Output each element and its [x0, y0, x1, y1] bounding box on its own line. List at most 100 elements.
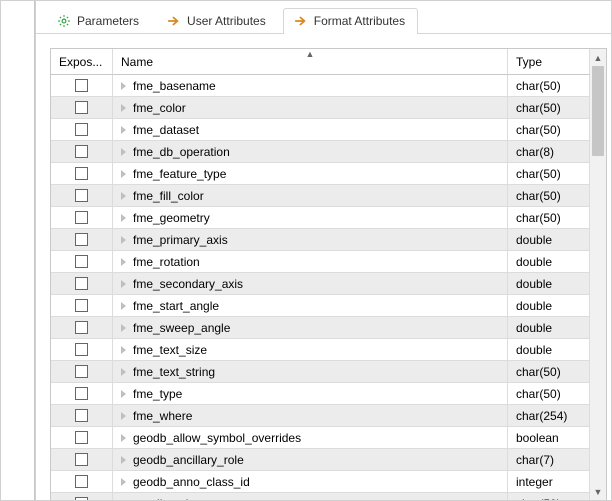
- expand-triangle-icon[interactable]: [121, 280, 126, 288]
- expose-checkbox[interactable]: [75, 409, 88, 422]
- type-cell: char(50): [508, 207, 590, 229]
- expand-triangle-icon[interactable]: [121, 258, 126, 266]
- name-cell: fme_rotation: [113, 251, 508, 273]
- attribute-type: char(8): [516, 145, 554, 159]
- attribute-type: char(50): [516, 167, 561, 181]
- expose-checkbox[interactable]: [75, 233, 88, 246]
- expose-checkbox[interactable]: [75, 189, 88, 202]
- expose-checkbox[interactable]: [75, 167, 88, 180]
- header-expose[interactable]: Expos...: [51, 49, 113, 75]
- expand-triangle-icon[interactable]: [121, 478, 126, 486]
- expand-triangle-icon[interactable]: [121, 82, 126, 90]
- table-row[interactable]: geodb_color char(50): [51, 493, 590, 500]
- expose-cell: [51, 273, 113, 295]
- name-cell: fme_dataset: [113, 119, 508, 141]
- table-row[interactable]: geodb_ancillary_rolechar(7): [51, 449, 590, 471]
- expand-triangle-icon[interactable]: [121, 214, 126, 222]
- table-row[interactable]: fme_wherechar(254): [51, 405, 590, 427]
- expand-triangle-icon[interactable]: [121, 412, 126, 420]
- attribute-name: geodb_ancillary_role: [133, 453, 244, 467]
- expand-triangle-icon[interactable]: [121, 302, 126, 310]
- app-window: Parameters User Attributes Format Attrib…: [0, 0, 612, 501]
- attribute-type: double: [516, 321, 552, 335]
- expose-cell: [51, 339, 113, 361]
- expose-cell: [51, 295, 113, 317]
- table-row[interactable]: fme_start_angledouble: [51, 295, 590, 317]
- name-cell: geodb_allow_symbol_overrides: [113, 427, 508, 449]
- expand-triangle-icon[interactable]: [121, 434, 126, 442]
- type-cell: boolean: [508, 427, 590, 449]
- table-row[interactable]: fme_colorchar(50): [51, 97, 590, 119]
- table-row[interactable]: fme_datasetchar(50): [51, 119, 590, 141]
- expose-checkbox[interactable]: [75, 387, 88, 400]
- expose-checkbox[interactable]: [75, 475, 88, 488]
- table-row[interactable]: fme_fill_colorchar(50): [51, 185, 590, 207]
- expose-checkbox[interactable]: [75, 145, 88, 158]
- expose-checkbox[interactable]: [75, 453, 88, 466]
- type-cell: double: [508, 317, 590, 339]
- table-row[interactable]: fme_sweep_angledouble: [51, 317, 590, 339]
- expose-checkbox[interactable]: [75, 321, 88, 334]
- attribute-type: char(50): [516, 497, 561, 501]
- table-row[interactable]: fme_text_string char(50): [51, 361, 590, 383]
- table-row[interactable]: fme_db_operation char(8): [51, 141, 590, 163]
- scroll-down-icon[interactable]: ▼: [590, 483, 606, 500]
- tab-format-attributes[interactable]: Format Attributes: [283, 8, 418, 34]
- table-row[interactable]: fme_primary_axisdouble: [51, 229, 590, 251]
- expose-checkbox[interactable]: [75, 343, 88, 356]
- attribute-name: fme_feature_type: [133, 167, 226, 181]
- expose-checkbox[interactable]: [75, 497, 88, 500]
- table-row[interactable]: fme_feature_type char(50): [51, 163, 590, 185]
- attribute-type: char(50): [516, 365, 561, 379]
- expand-triangle-icon[interactable]: [121, 170, 126, 178]
- expose-checkbox[interactable]: [75, 299, 88, 312]
- attribute-name: fme_geometry: [133, 211, 210, 225]
- table-row[interactable]: fme_basenamechar(50): [51, 75, 590, 97]
- type-cell: double: [508, 229, 590, 251]
- scroll-thumb[interactable]: [592, 66, 604, 156]
- expand-triangle-icon[interactable]: [121, 192, 126, 200]
- expand-triangle-icon[interactable]: [121, 126, 126, 134]
- gear-icon: [57, 14, 71, 28]
- expose-checkbox[interactable]: [75, 365, 88, 378]
- name-cell: geodb_color: [113, 493, 508, 500]
- expand-triangle-icon[interactable]: [121, 368, 126, 376]
- vertical-scrollbar[interactable]: ▲ ▼: [590, 48, 607, 500]
- table-row[interactable]: fme_secondary_axisdouble: [51, 273, 590, 295]
- expand-triangle-icon[interactable]: [121, 236, 126, 244]
- table-row[interactable]: geodb_anno_class_idinteger: [51, 471, 590, 493]
- header-type[interactable]: Type: [508, 49, 590, 75]
- expose-checkbox[interactable]: [75, 277, 88, 290]
- expand-triangle-icon[interactable]: [121, 104, 126, 112]
- attribute-type: double: [516, 277, 552, 291]
- expand-triangle-icon[interactable]: [121, 324, 126, 332]
- table-row[interactable]: geodb_allow_symbol_overrides boolean: [51, 427, 590, 449]
- expose-checkbox[interactable]: [75, 431, 88, 444]
- expose-checkbox[interactable]: [75, 255, 88, 268]
- name-cell: fme_text_string: [113, 361, 508, 383]
- expose-checkbox[interactable]: [75, 123, 88, 136]
- scroll-up-icon[interactable]: ▲: [590, 49, 606, 66]
- expose-checkbox[interactable]: [75, 211, 88, 224]
- tab-user-attributes[interactable]: User Attributes: [156, 8, 279, 34]
- header-name[interactable]: ▲ Name: [113, 49, 508, 75]
- expose-cell: [51, 207, 113, 229]
- expose-cell: [51, 361, 113, 383]
- table-row[interactable]: fme_rotationdouble: [51, 251, 590, 273]
- attribute-type: char(50): [516, 79, 561, 93]
- name-cell: fme_text_size: [113, 339, 508, 361]
- expand-triangle-icon[interactable]: [121, 346, 126, 354]
- tab-parameters[interactable]: Parameters: [46, 8, 152, 34]
- expose-checkbox[interactable]: [75, 101, 88, 114]
- expand-triangle-icon[interactable]: [121, 148, 126, 156]
- expand-triangle-icon[interactable]: [121, 456, 126, 464]
- expose-checkbox[interactable]: [75, 79, 88, 92]
- name-cell: fme_db_operation: [113, 141, 508, 163]
- table-row[interactable]: fme_geometry char(50): [51, 207, 590, 229]
- expand-triangle-icon[interactable]: [121, 500, 126, 501]
- expose-cell: [51, 119, 113, 141]
- attribute-type: boolean: [516, 431, 559, 445]
- table-row[interactable]: fme_text_sizedouble: [51, 339, 590, 361]
- table-row[interactable]: fme_typechar(50): [51, 383, 590, 405]
- expand-triangle-icon[interactable]: [121, 390, 126, 398]
